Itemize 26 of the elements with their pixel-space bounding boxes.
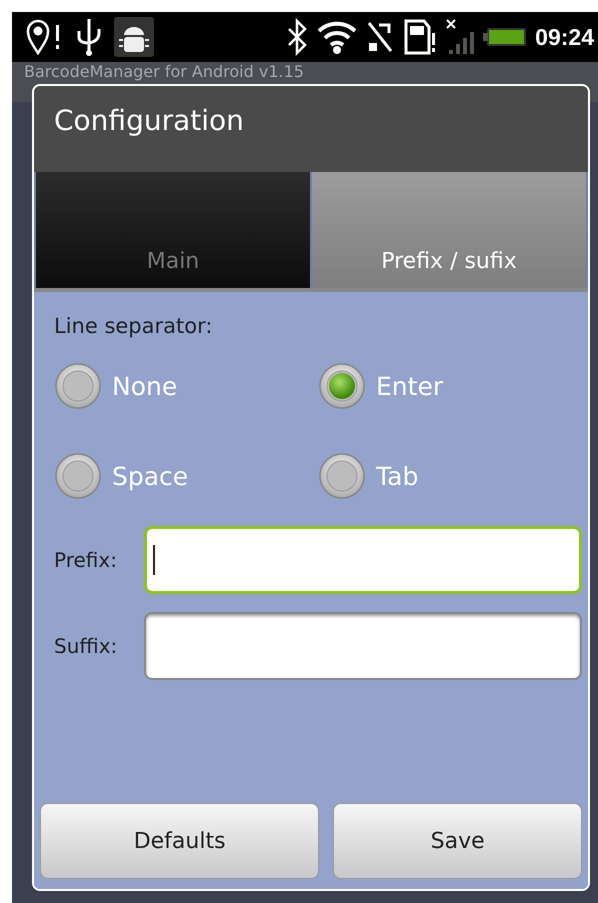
battery-icon [483, 27, 528, 47]
wifi-icon [317, 19, 358, 55]
section-label: Line separator: [54, 314, 214, 338]
dialog-title: Configuration [54, 104, 244, 137]
radio-label: Tab [376, 462, 418, 490]
input-field[interactable] [144, 526, 582, 594]
dialog-button[interactable]: Save [333, 803, 582, 879]
bluetooth-icon [285, 17, 310, 57]
radio-button[interactable] [54, 452, 102, 500]
signal-icon [445, 18, 476, 56]
dialog-button[interactable]: Defaults [40, 803, 320, 879]
status-time: 09:24 [535, 24, 594, 50]
radio-button[interactable] [54, 362, 102, 410]
field-label: Suffix: [54, 634, 118, 658]
radio-label: Enter [376, 372, 444, 400]
tab[interactable]: Prefix / sufix [312, 172, 586, 288]
radio-label: None [112, 372, 178, 400]
tab[interactable]: Main [36, 172, 310, 288]
radio-button[interactable] [318, 452, 366, 500]
bug-icon [114, 17, 154, 57]
app-title: BarcodeManager for Android v1.15 [24, 63, 305, 81]
sd-card-alert-icon [403, 19, 438, 55]
radio-button[interactable] [318, 362, 366, 410]
field-label: Prefix: [54, 548, 118, 572]
input-field[interactable] [144, 612, 582, 680]
radio-label: Space [112, 462, 188, 490]
